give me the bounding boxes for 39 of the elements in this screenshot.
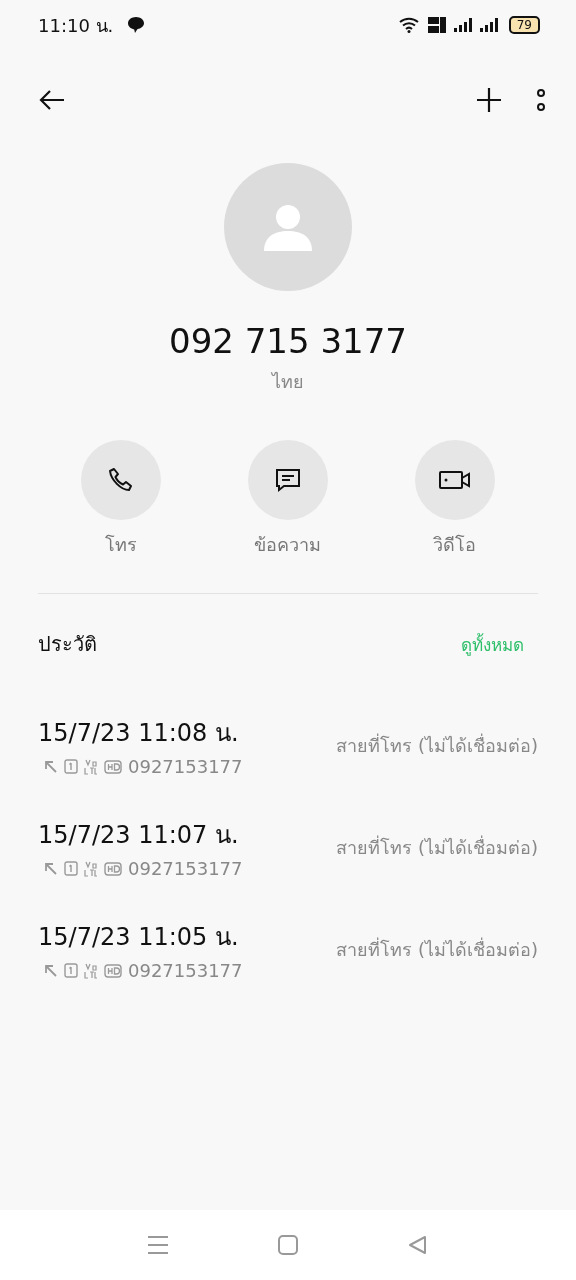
hd-icon bbox=[104, 963, 122, 978]
action-label: โทร bbox=[105, 533, 138, 557]
call-number: 0927153177 bbox=[128, 960, 243, 981]
signal-icon bbox=[452, 17, 473, 33]
call-status: สายที่โทร (ไม่ได้เชื่อมต่อ) bbox=[336, 936, 538, 962]
call-number: 0927153177 bbox=[128, 858, 243, 879]
call-status: สายที่โทร (ไม่ได้เชื่อมต่อ) bbox=[336, 732, 538, 758]
signal-icon bbox=[478, 17, 499, 33]
phone-number: 092 715 3177 bbox=[169, 321, 407, 361]
triangle-icon bbox=[407, 1234, 429, 1256]
action-label: วิดีโอ bbox=[433, 533, 477, 557]
call-number: 0927153177 bbox=[128, 756, 243, 777]
hd-icon bbox=[104, 861, 122, 876]
message-icon bbox=[275, 467, 301, 493]
call-status: สายที่โทร (ไม่ได้เชื่อมต่อ) bbox=[336, 834, 538, 860]
outgoing-arrow-icon bbox=[44, 861, 58, 876]
battery-level: 79 bbox=[508, 16, 540, 34]
number-location: ไทย bbox=[272, 370, 304, 394]
hd-icon bbox=[104, 759, 122, 774]
outgoing-arrow-icon bbox=[44, 759, 58, 774]
action-label: ข้อความ bbox=[254, 533, 322, 557]
video-camera-icon bbox=[437, 468, 472, 492]
chat-bubble-icon bbox=[127, 16, 146, 34]
call-datetime: 15/7/23 11:05 น. bbox=[38, 922, 240, 953]
view-all-link[interactable]: ดูทั้งหมด bbox=[461, 630, 524, 658]
status-time: 11:10 น. bbox=[38, 13, 114, 38]
outgoing-arrow-icon bbox=[44, 963, 58, 978]
call-datetime: 15/7/23 11:08 น. bbox=[38, 718, 240, 749]
more-icon bbox=[536, 87, 546, 112]
back-arrow-icon bbox=[38, 87, 66, 112]
wifi-icon bbox=[398, 17, 421, 33]
sim-icon bbox=[64, 963, 78, 978]
square-icon bbox=[277, 1234, 299, 1256]
call-datetime: 15/7/23 11:07 น. bbox=[38, 820, 240, 851]
plus-icon bbox=[476, 86, 502, 113]
sim-icon bbox=[64, 861, 78, 876]
sim-icon bbox=[64, 759, 78, 774]
section-title: ประวัติ bbox=[38, 631, 97, 658]
menu-icon bbox=[147, 1235, 169, 1255]
